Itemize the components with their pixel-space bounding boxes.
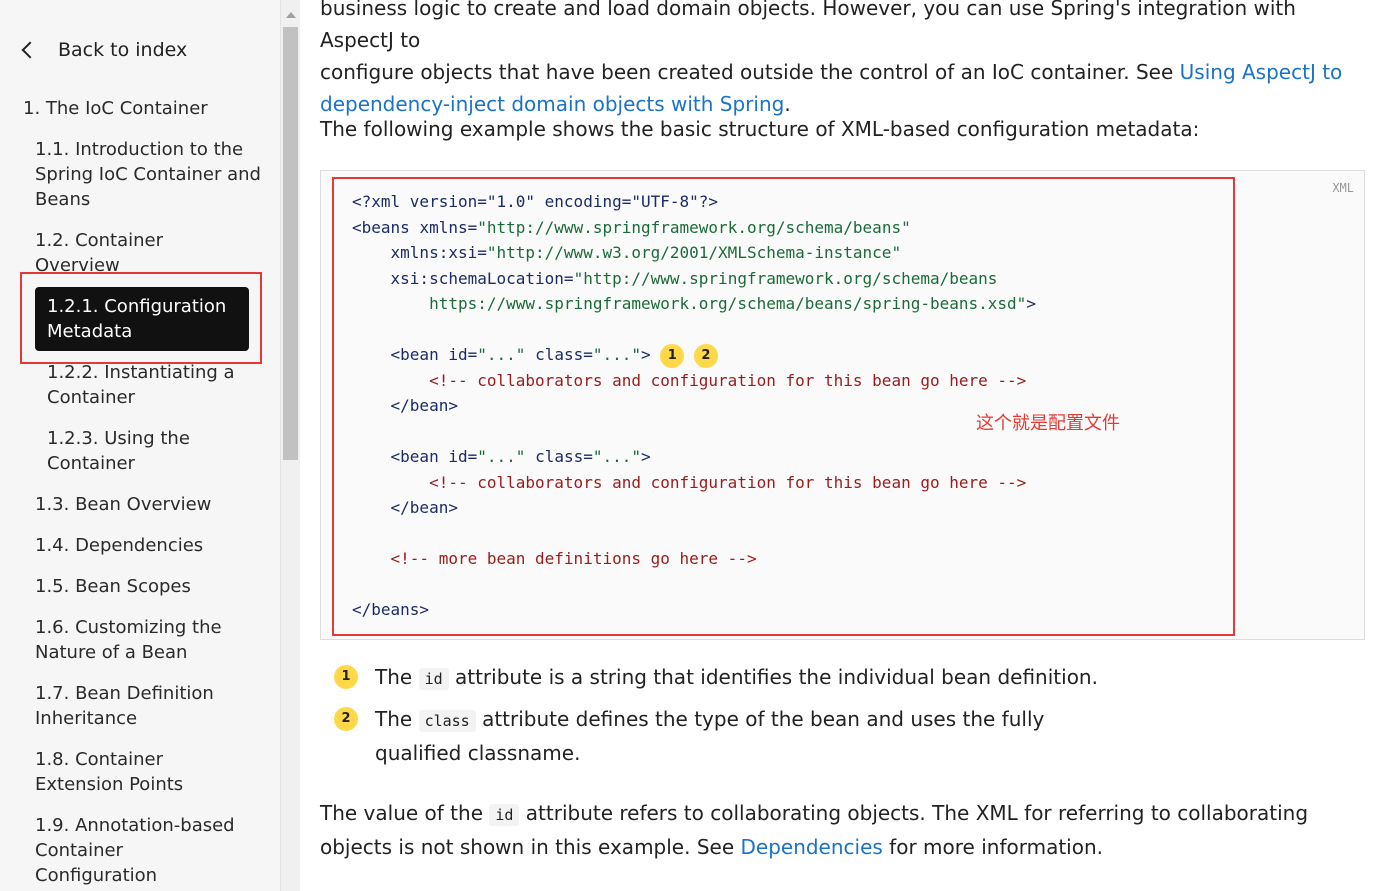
toc-item-container-extension-points[interactable]: 1.8. Container Extension Points bbox=[35, 747, 205, 797]
toc-item-using-container[interactable]: 1.2.3. Using the Container bbox=[47, 426, 207, 476]
callout-1-code: id bbox=[418, 668, 449, 690]
toc-item-customizing-bean[interactable]: 1.6. Customizing the Nature of a Bean bbox=[35, 615, 235, 665]
toc-item-container-overview[interactable]: 1.2. Container Overview bbox=[35, 228, 195, 278]
toc-item-introduction[interactable]: 1.1. Introduction to the Spring IoC Cont… bbox=[35, 137, 265, 212]
bean-open-close-1: > bbox=[641, 345, 651, 364]
class-value-2: "..." bbox=[592, 447, 642, 466]
beans-open-close: > bbox=[1026, 294, 1036, 313]
id-attr-2: id= bbox=[448, 447, 478, 466]
sidebar: Back to index 1. The IoC Container 1.1. … bbox=[0, 0, 281, 891]
dependencies-link[interactable]: Dependencies bbox=[740, 835, 882, 859]
code-listing: <?xml version="1.0" encoding="UTF-8"?> <… bbox=[352, 189, 1036, 623]
toc-item-ioc-container[interactable]: 1. The IoC Container bbox=[23, 96, 253, 121]
bean-open-close-2: > bbox=[641, 447, 651, 466]
toc-item-bean-scopes[interactable]: 1.5. Bean Scopes bbox=[35, 574, 265, 599]
xml-declaration: <?xml version="1.0" encoding="UTF-8"?> bbox=[352, 192, 719, 211]
xmlns-attr: xmlns= bbox=[419, 217, 478, 237]
xsi-attr: xmlns:xsi= bbox=[390, 243, 487, 262]
bean-close-tag-2: </bean> bbox=[390, 498, 458, 517]
xsi-value: "http://www.w3.org/2001/XMLSchema-instan… bbox=[486, 243, 902, 262]
intro-text-2: configure objects that have been created… bbox=[320, 60, 1180, 84]
scrollbar-thumb[interactable] bbox=[283, 27, 298, 460]
schema-location-value-1: "http://www.springframework.org/schema/b… bbox=[573, 268, 998, 288]
more-beans-comment: <!-- more bean definitions go here --> bbox=[390, 549, 757, 568]
intro-text-1: business logic to create and load domain… bbox=[320, 0, 1296, 52]
toc-item-bean-definition-inheritance[interactable]: 1.7. Bean Definition Inheritance bbox=[35, 681, 235, 731]
back-label: Back to index bbox=[58, 39, 188, 61]
toc-item-bean-overview[interactable]: 1.3. Bean Overview bbox=[35, 492, 265, 517]
toc-item-dependencies[interactable]: 1.4. Dependencies bbox=[35, 533, 265, 558]
xmlns-value: "http://www.springframework.org/schema/b… bbox=[477, 217, 911, 237]
callout-badge-2-list: 2 bbox=[334, 707, 358, 731]
value-paragraph: The value of the id attribute refers to … bbox=[320, 797, 1370, 863]
code-language-label: XML bbox=[1332, 181, 1354, 195]
class-value-1: "..." bbox=[592, 345, 642, 364]
bean-open-tag-1: <bean bbox=[390, 345, 439, 364]
back-to-index-link[interactable]: Back to index bbox=[18, 36, 187, 64]
value-para-post: for more information. bbox=[882, 835, 1103, 859]
callout-badge-2: 2 bbox=[693, 343, 718, 368]
callout-2-post: attribute defines the type of the bean a… bbox=[375, 707, 1045, 765]
code-block: XML <?xml version="1.0" encoding="UTF-8"… bbox=[320, 170, 1365, 640]
id-attr-1: id= bbox=[448, 345, 478, 364]
handwritten-annotation: 这个就是配置文件 bbox=[976, 413, 1120, 434]
value-para-code: id bbox=[489, 804, 520, 826]
id-value-1: "..." bbox=[477, 345, 526, 364]
intro-paragraph: business logic to create and load domain… bbox=[320, 0, 1370, 120]
callout-2-code: class bbox=[418, 710, 476, 732]
beans-close-tag: </beans> bbox=[352, 600, 430, 619]
toc-item-configuration-metadata[interactable]: 1.2.1. Configuration Metadata bbox=[35, 287, 249, 351]
id-value-2: "..." bbox=[477, 447, 526, 466]
callout-1-post: attribute is a string that identifies th… bbox=[448, 665, 1098, 689]
class-attr-2: class= bbox=[535, 447, 593, 466]
scroll-up-arrow-icon[interactable] bbox=[286, 12, 296, 18]
value-para-pre: The value of the bbox=[320, 801, 490, 825]
beans-open-tag: <beans bbox=[352, 217, 410, 237]
callout-2-text: The class attribute defines the type of … bbox=[375, 703, 1135, 769]
schema-location-value-2: https://www.springframework.org/schema/b… bbox=[429, 294, 1027, 313]
schema-location-attr: xsi:schemaLocation= bbox=[390, 268, 574, 288]
toc-item-instantiating-container[interactable]: 1.2.2. Instantiating a Container bbox=[47, 360, 247, 410]
callout-2-pre: The bbox=[375, 707, 419, 731]
chevron-left-icon bbox=[21, 41, 39, 59]
bean-comment-2: <!-- collaborators and configuration for… bbox=[429, 472, 1027, 492]
callout-badge-1-list: 1 bbox=[334, 665, 358, 689]
callout-1-pre: The bbox=[375, 665, 419, 689]
class-attr-1: class= bbox=[535, 345, 593, 364]
callout-1-text: The id attribute is a string that identi… bbox=[375, 661, 1135, 695]
bean-comment-1: <!-- collaborators and configuration for… bbox=[429, 370, 1027, 390]
example-intro: The following example shows the basic st… bbox=[320, 117, 1200, 141]
bean-close-tag-1: </bean> bbox=[390, 396, 458, 415]
sidebar-scrollbar[interactable] bbox=[281, 0, 300, 891]
toc-item-annotation-based-config[interactable]: 1.9. Annotation-based Container Configur… bbox=[35, 813, 235, 888]
callout-badge-1: 1 bbox=[660, 343, 685, 368]
bean-open-tag-2: <bean bbox=[390, 447, 439, 466]
